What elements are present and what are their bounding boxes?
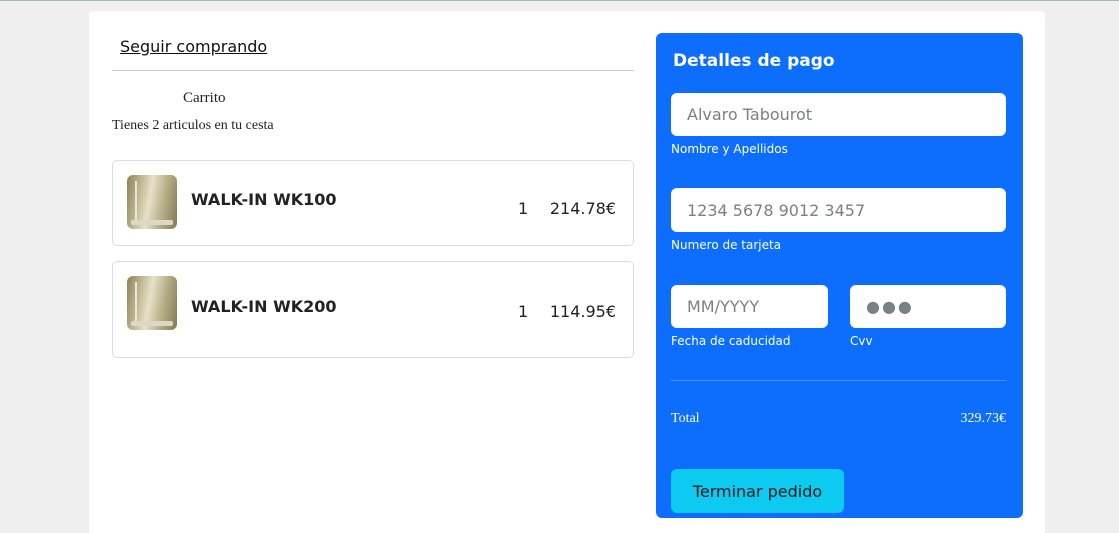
cart-item[interactable]: WALK-IN WK100 1 214.78€ bbox=[112, 160, 634, 246]
total-value: 329.73€ bbox=[960, 411, 1007, 426]
cart-item[interactable]: WALK-IN WK200 1 114.95€ bbox=[112, 261, 634, 358]
expiry-date-label: Fecha de caducidad bbox=[671, 334, 791, 348]
product-name: WALK-IN WK200 bbox=[191, 297, 337, 316]
expiry-date-input[interactable] bbox=[671, 285, 828, 328]
product-thumbnail bbox=[127, 276, 177, 330]
payment-divider bbox=[671, 380, 1006, 381]
product-quantity: 1 bbox=[518, 302, 529, 321]
cart-divider bbox=[112, 70, 634, 71]
cardholder-name-label: Nombre y Apellidos bbox=[671, 142, 788, 156]
top-border bbox=[0, 0, 1119, 6]
payment-title: Detalles de pago bbox=[673, 51, 835, 71]
product-price: 214.78€ bbox=[549, 199, 616, 218]
total-label: Total bbox=[671, 411, 700, 426]
cardholder-name-input[interactable] bbox=[671, 93, 1006, 136]
cvv-input[interactable] bbox=[850, 285, 1006, 328]
checkout-card: Seguir comprando Carrito Tienes 2 articu… bbox=[89, 11, 1045, 533]
product-price: 114.95€ bbox=[549, 302, 616, 321]
card-number-label: Numero de tarjeta bbox=[671, 238, 782, 252]
card-number-input[interactable] bbox=[671, 188, 1006, 232]
product-quantity: 1 bbox=[518, 199, 529, 218]
submit-order-button[interactable]: Terminar pedido bbox=[671, 469, 844, 513]
product-thumbnail bbox=[127, 175, 177, 229]
product-name: WALK-IN WK100 bbox=[191, 190, 337, 209]
cvv-label: Cvv bbox=[850, 334, 873, 348]
payment-panel: Detalles de pago Nombre y Apellidos Nume… bbox=[656, 33, 1023, 518]
cart-summary: Tienes 2 articulos en tu cesta bbox=[112, 118, 274, 133]
cart-title: Carrito bbox=[183, 90, 226, 106]
continue-shopping-link[interactable]: Seguir comprando bbox=[120, 37, 267, 56]
